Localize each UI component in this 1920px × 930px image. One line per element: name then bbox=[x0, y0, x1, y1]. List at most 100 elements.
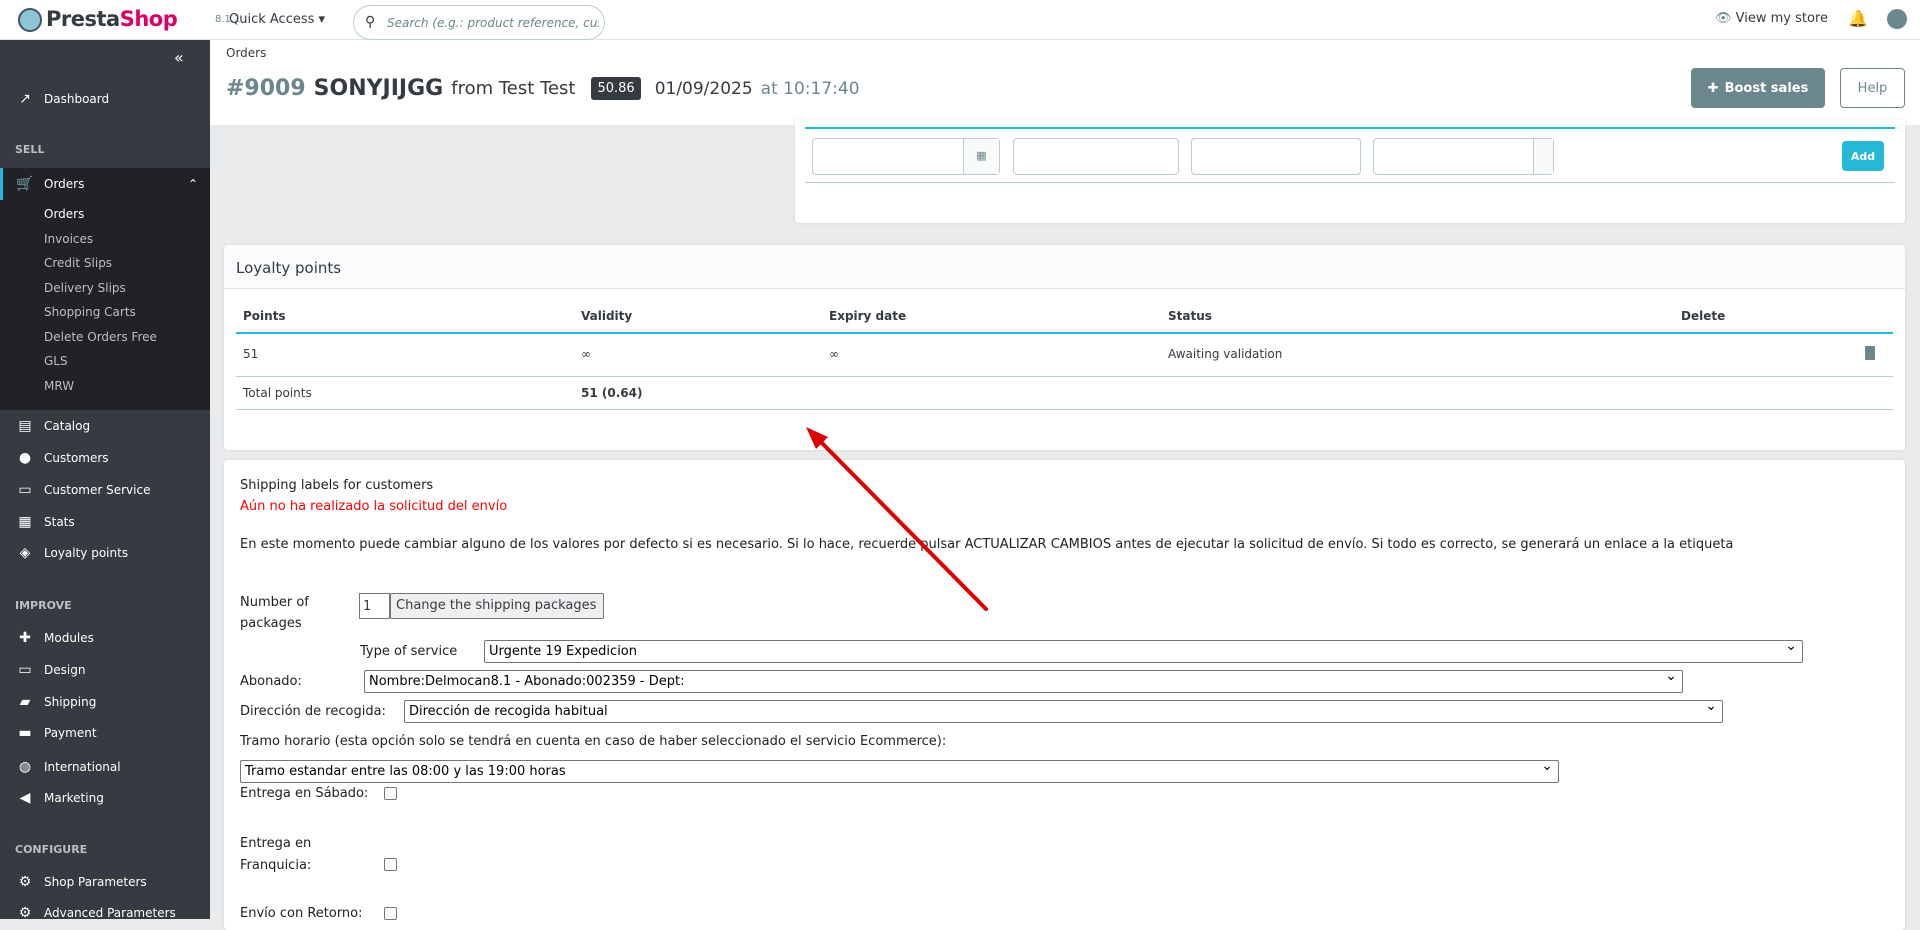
table-header-line bbox=[805, 127, 1895, 129]
slot-label: Tramo horario (esta opción solo se tendr… bbox=[240, 734, 947, 749]
label: Catalog bbox=[44, 419, 91, 433]
desktop-icon: ▭ bbox=[18, 662, 32, 678]
sidebar-sub-invoices[interactable]: Invoices bbox=[44, 232, 93, 246]
order-total-badge: 50.86 bbox=[591, 77, 641, 100]
expiry-cell: ∞ bbox=[829, 347, 839, 361]
eye-icon: 👁 bbox=[1715, 11, 1732, 26]
table-header-line bbox=[236, 332, 1893, 334]
packages-label-2: packages bbox=[240, 616, 302, 631]
slot-select[interactable]: Tramo estandar entre las 08:00 y las 19:… bbox=[240, 758, 1559, 783]
column-status: Status bbox=[1168, 309, 1212, 323]
label: Modules bbox=[44, 631, 94, 645]
view-my-store-link[interactable]: 👁 View my store bbox=[1715, 11, 1828, 26]
label: Customer Service bbox=[44, 483, 151, 497]
boost-sales-button[interactable]: ✚ Boost sales bbox=[1691, 68, 1825, 108]
sidebar-sub-gls[interactable]: GLS bbox=[44, 354, 68, 368]
section-configure: CONFIGURE bbox=[15, 843, 88, 856]
sidebar-sub-shopping-carts[interactable]: Shopping Carts bbox=[44, 305, 136, 319]
collapse-sidebar-icon[interactable]: « bbox=[174, 48, 184, 67]
change-packages-button[interactable]: Change the shipping packages bbox=[390, 593, 604, 619]
saturday-label: Entrega en Sábado: bbox=[240, 786, 369, 801]
puzzle-icon: ✚ bbox=[1707, 80, 1719, 96]
sidebar-item-design[interactable]: ▭ Design bbox=[0, 654, 210, 686]
order-id: #9009 bbox=[226, 76, 306, 101]
sidebar-item-loyalty-points[interactable]: ◈ Loyalty points bbox=[0, 537, 210, 569]
help-button[interactable]: Help bbox=[1840, 68, 1905, 108]
sidebar-item-shipping[interactable]: ▰ Shipping bbox=[0, 686, 210, 718]
franchise-checkbox[interactable] bbox=[384, 858, 397, 871]
sidebar-item-payment[interactable]: ▬ Payment bbox=[0, 717, 210, 749]
shipping-title: Shipping labels for customers bbox=[240, 478, 434, 493]
franchise-label-1: Entrega en bbox=[240, 836, 312, 851]
text-input-2[interactable] bbox=[1013, 138, 1179, 175]
service-select[interactable]: Urgente 19 Expedicion bbox=[484, 638, 1803, 663]
calendar-icon[interactable]: ▦ bbox=[963, 139, 999, 174]
trash-icon[interactable] bbox=[1865, 346, 1875, 360]
sidebar-item-dashboard[interactable]: ↗ Dashboard bbox=[0, 83, 210, 115]
pickup-select[interactable]: Dirección de recogida habitual bbox=[404, 698, 1723, 723]
breadcrumb[interactable]: Orders bbox=[226, 46, 266, 60]
sidebar-sub-orders[interactable]: Orders bbox=[44, 207, 84, 221]
label: Customers bbox=[44, 451, 109, 465]
saturday-checkbox[interactable] bbox=[384, 787, 397, 800]
view-store-label: View my store bbox=[1735, 11, 1829, 26]
bar-chart-icon: ▦ bbox=[18, 514, 32, 530]
top-bar: PrestaShop 8.1.1 Quick Access ▾ ⚲ Search… bbox=[0, 0, 1920, 40]
packages-input[interactable]: 1 bbox=[359, 593, 390, 619]
account-circle-icon: ● bbox=[18, 450, 32, 466]
order-customer: from Test Test bbox=[451, 78, 576, 99]
validity-cell: ∞ bbox=[581, 347, 591, 361]
order-date: 01/09/2025 bbox=[654, 78, 753, 99]
label: Stats bbox=[44, 515, 75, 529]
shipping-info: En este momento puede cambiar alguno de … bbox=[240, 537, 1734, 552]
text-input-4[interactable] bbox=[1373, 138, 1554, 175]
order-time: at 10:17:40 bbox=[760, 78, 860, 99]
sidebar-item-advanced-parameters[interactable]: ⚙ Advanced Parameters bbox=[0, 897, 210, 929]
input-addon bbox=[1533, 139, 1553, 174]
sidebar-item-catalog[interactable]: ▤ Catalog bbox=[0, 410, 210, 442]
service-label: Type of service bbox=[360, 644, 458, 659]
column-validity: Validity bbox=[581, 309, 633, 323]
section-sell: SELL bbox=[15, 143, 45, 156]
sidebar-sub-delivery-slips[interactable]: Delivery Slips bbox=[44, 281, 126, 295]
page-title: #9009 SONYJIJGG from Test Test 50.86 01/… bbox=[226, 76, 860, 101]
user-avatar-icon[interactable] bbox=[1887, 9, 1907, 29]
prestashop-logo-icon bbox=[18, 8, 42, 32]
text-input-3[interactable] bbox=[1191, 138, 1361, 175]
date-input[interactable]: ▦ bbox=[812, 138, 1000, 175]
puzzle-icon: ✚ bbox=[19, 630, 31, 646]
label: Orders bbox=[44, 177, 85, 191]
row-divider bbox=[236, 409, 1893, 410]
sidebar-item-international[interactable]: ◍ International bbox=[0, 751, 210, 783]
quick-access-dropdown[interactable]: Quick Access ▾ bbox=[229, 12, 325, 27]
bell-icon[interactable]: 🔔 bbox=[1848, 9, 1868, 28]
sidebar-sub-mrw[interactable]: MRW bbox=[44, 379, 74, 393]
sidebar-item-customers[interactable]: ● Customers bbox=[0, 442, 210, 474]
sidebar-item-shop-parameters[interactable]: ⚙ Shop Parameters bbox=[0, 866, 210, 898]
column-delete: Delete bbox=[1681, 309, 1726, 323]
status-cell: Awaiting validation bbox=[1168, 347, 1283, 361]
brand-prefix: Presta bbox=[46, 7, 120, 31]
search-input[interactable]: ⚲ Search (e.g.: product reference, custo… bbox=[353, 5, 605, 40]
label: Dashboard bbox=[44, 92, 110, 106]
boost-label: Boost sales bbox=[1724, 80, 1809, 96]
abonado-select[interactable]: Nombre:Delmocan8.1 - Abonado:002359 - De… bbox=[364, 668, 1683, 693]
sidebar-item-orders[interactable]: 🛒 Orders ⌃ bbox=[0, 168, 210, 200]
franchise-label-2: Franquicia: bbox=[240, 858, 312, 873]
sidebar-sub-credit-slips[interactable]: Credit Slips bbox=[44, 256, 112, 270]
add-button[interactable]: Add bbox=[1842, 141, 1884, 171]
sidebar-item-marketing[interactable]: ◀ Marketing bbox=[0, 782, 210, 814]
shipping-labels-card bbox=[224, 460, 1905, 930]
sidebar-item-modules[interactable]: ✚ Modules bbox=[0, 622, 210, 654]
brand-logo[interactable]: PrestaShop bbox=[46, 7, 178, 31]
gear-icon: ⚙ bbox=[18, 874, 32, 890]
return-checkbox[interactable] bbox=[384, 907, 397, 920]
globe-icon: ◍ bbox=[18, 759, 32, 775]
megaphone-icon: ◀ bbox=[19, 790, 31, 806]
sidebar-item-stats[interactable]: ▦ Stats bbox=[0, 506, 210, 538]
label: Payment bbox=[44, 726, 97, 740]
label: Shipping bbox=[44, 695, 97, 709]
label: Design bbox=[44, 663, 86, 677]
sidebar-item-customer-service[interactable]: ▭ Customer Service bbox=[0, 474, 210, 506]
sidebar-sub-delete-orders-free[interactable]: Delete Orders Free bbox=[44, 330, 157, 344]
